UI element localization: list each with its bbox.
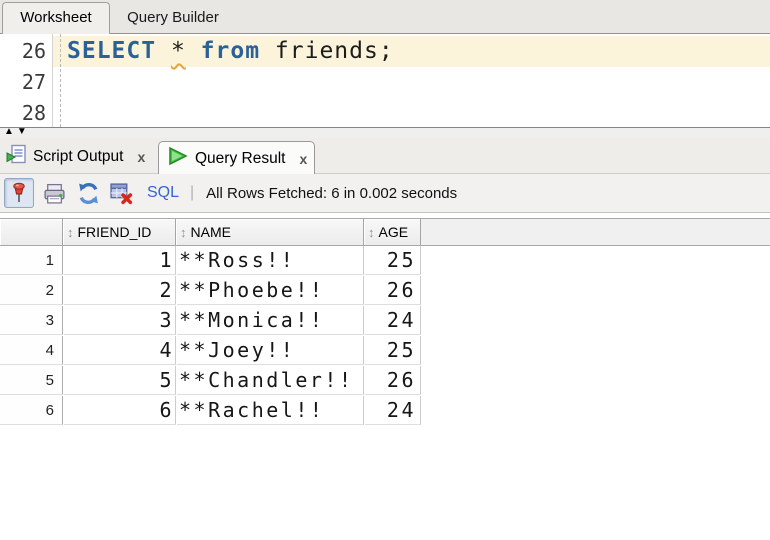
column-header-filler xyxy=(421,219,770,245)
sort-icon[interactable]: ↕ xyxy=(67,225,74,240)
fetch-status-text: All Rows Fetched: 6 in 0.002 seconds xyxy=(206,184,458,202)
empty-code-line[interactable] xyxy=(67,98,770,127)
tab-script-output[interactable]: Script Output x xyxy=(0,141,145,173)
row-number-cell[interactable]: 5 xyxy=(0,366,63,395)
query-result-icon xyxy=(167,145,189,172)
table-row[interactable]: 2 2 **Phoebe!! 26 xyxy=(0,276,770,306)
splitter-down-icon[interactable]: ▼ xyxy=(17,126,30,137)
column-header-name[interactable]: ↕ NAME xyxy=(176,219,364,245)
tab-script-output-close-icon[interactable]: x xyxy=(137,149,145,165)
column-header-age-label: AGE xyxy=(378,224,409,240)
sql-developer-worksheet-window: Worksheet Query Builder 26 27 28 SELECT * … xyxy=(0,0,770,540)
tab-script-output-label: Script Output xyxy=(33,148,124,165)
result-grid-header: ↕ FRIEND_ID ↕ NAME ↕ AGE xyxy=(0,218,770,246)
splitter-collapse-arrows[interactable]: ▲▼ xyxy=(4,126,30,138)
column-header-name-label: NAME xyxy=(190,224,231,240)
row-number-cell[interactable]: 2 xyxy=(0,276,63,305)
sort-icon[interactable]: ↕ xyxy=(180,225,187,240)
table-row[interactable]: 6 6 **Rachel!! 24 xyxy=(0,396,770,426)
pin-icon xyxy=(9,182,29,204)
sql-token-error: * xyxy=(170,38,186,64)
table-row[interactable]: 1 1 **Ross!! 25 xyxy=(0,246,770,276)
sql-button[interactable]: SQL xyxy=(147,184,179,202)
friend-id-cell[interactable]: 2 xyxy=(64,276,176,305)
tab-query-result[interactable]: Query Result x xyxy=(158,141,315,175)
column-header-age[interactable]: ↕ AGE xyxy=(364,219,421,245)
sql-editor[interactable]: 26 27 28 SELECT * from friends; xyxy=(0,34,770,128)
friend-id-cell[interactable]: 5 xyxy=(64,366,176,395)
sql-token-plain: friends; xyxy=(274,38,394,64)
tab-worksheet[interactable]: Worksheet xyxy=(2,2,110,34)
age-cell[interactable]: 25 xyxy=(365,336,421,365)
row-number-cell[interactable]: 6 xyxy=(0,396,63,425)
table-row[interactable]: 5 5 **Chandler!! 26 xyxy=(0,366,770,396)
tab-query-builder[interactable]: Query Builder xyxy=(112,3,234,33)
friend-id-cell[interactable]: 6 xyxy=(64,396,176,425)
name-cell[interactable]: **Phoebe!! xyxy=(177,276,364,305)
tab-query-result-label: Query Result xyxy=(195,149,286,167)
sql-token-keyword: SELECT xyxy=(67,38,157,64)
friend-id-cell[interactable]: 1 xyxy=(64,246,176,275)
table-row[interactable]: 3 3 **Monica!! 24 xyxy=(0,306,770,336)
query-result-toolbar: SQL | All Rows Fetched: 6 in 0.002 secon… xyxy=(0,174,770,213)
age-cell[interactable]: 25 xyxy=(365,246,421,275)
editor-code-area[interactable]: SELECT * from friends; xyxy=(67,36,770,127)
editor-tabbar: Worksheet Query Builder xyxy=(0,0,770,34)
pane-splitter[interactable]: ▲▼ xyxy=(0,126,770,138)
row-number-cell[interactable]: 4 xyxy=(0,336,63,365)
sql-token-plain xyxy=(260,38,275,64)
sql-token-plain xyxy=(186,38,201,64)
column-header-friend-id-label: FRIEND_ID xyxy=(77,224,152,240)
result-tabbar: Script Output x Query Result x xyxy=(0,138,770,175)
row-number-cell[interactable]: 1 xyxy=(0,246,63,275)
script-output-icon xyxy=(6,144,27,170)
splitter-up-icon[interactable]: ▲ xyxy=(4,126,17,137)
line-number: 28 xyxy=(21,101,46,125)
name-cell[interactable]: **Chandler!! xyxy=(177,366,364,395)
sql-token-keyword: from xyxy=(200,38,261,64)
age-cell[interactable]: 26 xyxy=(365,276,421,305)
result-grid-body: 1 1 **Ross!! 25 2 2 **Phoebe!! 26 3 3 **Monica!! 24… xyxy=(0,246,770,426)
line-number: 27 xyxy=(21,70,46,94)
toolbar-separator: | xyxy=(190,184,195,201)
name-cell[interactable]: **Monica!! xyxy=(177,306,364,335)
age-cell[interactable]: 24 xyxy=(365,306,421,335)
print-button[interactable] xyxy=(43,182,66,205)
age-cell[interactable]: 24 xyxy=(365,396,421,425)
line-number: 26 xyxy=(21,39,46,63)
sql-statement-line[interactable]: SELECT * from friends; xyxy=(67,36,770,67)
table-row[interactable]: 4 4 **Joey!! 25 xyxy=(0,336,770,366)
friend-id-cell[interactable]: 3 xyxy=(64,306,176,335)
sql-token-plain xyxy=(156,38,171,64)
name-cell[interactable]: **Rachel!! xyxy=(177,396,364,425)
editor-margin-guide xyxy=(60,34,61,127)
sort-icon[interactable]: ↕ xyxy=(368,225,375,240)
name-cell[interactable]: **Joey!! xyxy=(177,336,364,365)
refresh-button[interactable] xyxy=(76,181,101,206)
column-header-friend-id[interactable]: ↕ FRIEND_ID xyxy=(63,219,176,245)
tab-query-result-close-icon[interactable]: x xyxy=(299,151,307,167)
friend-id-cell[interactable]: 4 xyxy=(64,336,176,365)
delete-grid-button[interactable] xyxy=(109,181,134,206)
empty-code-line[interactable] xyxy=(67,67,770,98)
age-cell[interactable]: 26 xyxy=(365,366,421,395)
pin-button[interactable] xyxy=(4,178,34,208)
editor-line-number-gutter: 26 27 28 xyxy=(0,34,53,127)
row-number-cell[interactable]: 3 xyxy=(0,306,63,335)
column-header-rownum[interactable] xyxy=(0,219,63,245)
name-cell[interactable]: **Ross!! xyxy=(177,246,364,275)
